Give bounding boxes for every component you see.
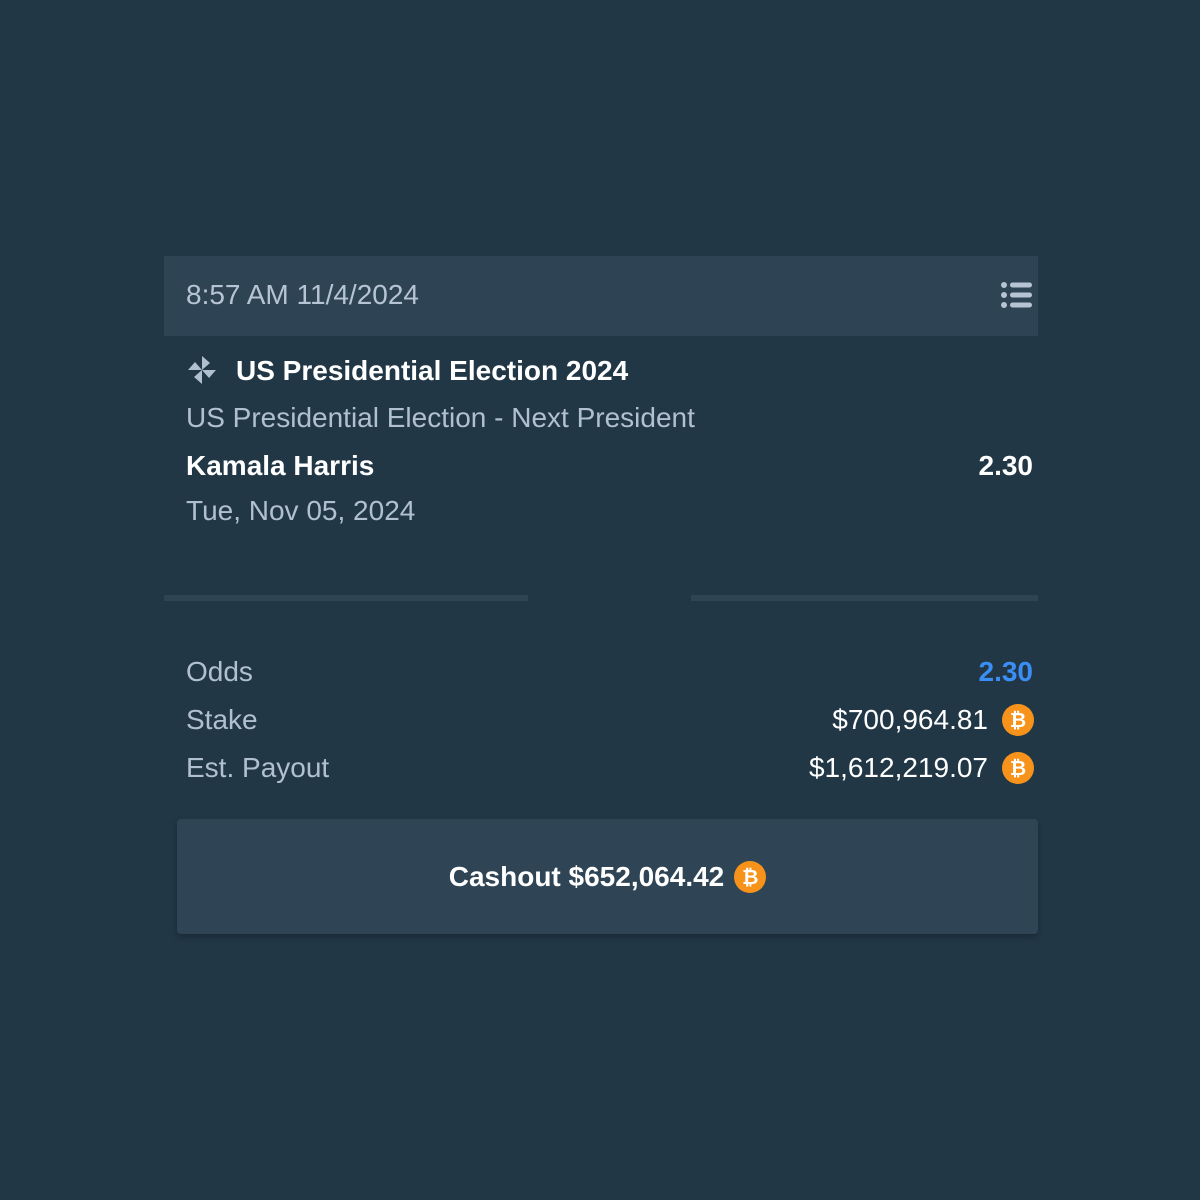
selection-name: Kamala Harris: [186, 450, 375, 481]
stake-value: $700,964.81: [832, 704, 988, 735]
market-name: US Presidential Election - Next Presiden…: [186, 402, 695, 433]
pinwheel-icon: [186, 354, 218, 386]
divider-right: [691, 595, 1038, 601]
stake-label: Stake: [186, 704, 258, 735]
event-date: Tue, Nov 05, 2024: [186, 495, 416, 526]
list-menu-icon[interactable]: [1000, 280, 1034, 310]
bitcoin-icon: ₿: [1002, 704, 1034, 736]
bitcoin-icon: ₿: [1002, 752, 1034, 784]
bet-timestamp: 8:57 AM 11/4/2024: [186, 279, 419, 310]
bet-card: 8:57 AM 11/4/2024 US Presidential Electi…: [164, 256, 1038, 936]
odds-label: Odds: [186, 656, 253, 687]
payout-label: Est. Payout: [186, 752, 330, 783]
cashout-button[interactable]: Cashout $652,064.42 ₿: [177, 819, 1038, 934]
cashout-label: Cashout $652,064.42: [448, 860, 725, 892]
payout-value: $1,612,219.07: [808, 752, 988, 783]
event-title[interactable]: US Presidential Election 2024: [236, 354, 628, 388]
selection-odds: 2.30: [978, 450, 1034, 481]
bet-header: 8:57 AM 11/4/2024: [164, 256, 1038, 336]
odds-value: 2.30: [978, 656, 1034, 687]
bitcoin-icon: ₿: [734, 860, 767, 893]
divider-left: [164, 595, 528, 601]
